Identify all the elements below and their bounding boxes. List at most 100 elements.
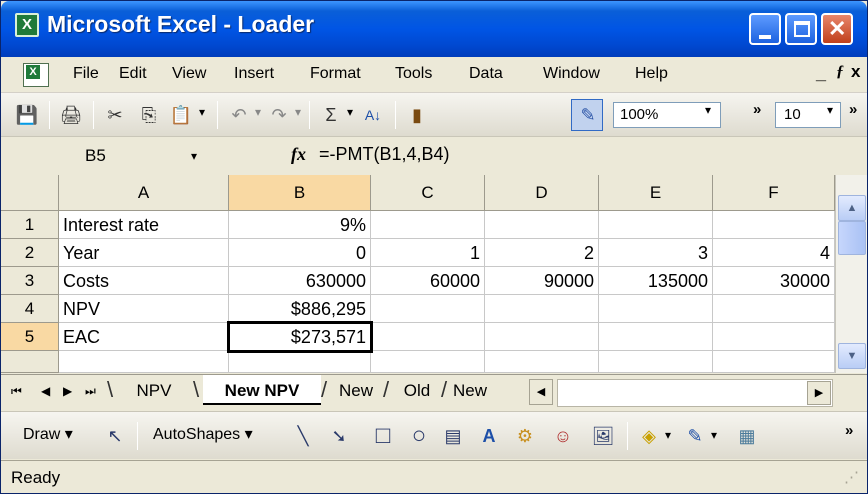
chart-wizard-icon[interactable]: ▮ <box>405 103 429 127</box>
column-header-f[interactable]: F <box>713 175 835 211</box>
close-button[interactable]: ✕ <box>821 13 853 45</box>
cell-b4[interactable]: $886,295 <box>229 295 371 323</box>
scroll-up-button[interactable]: ▲ <box>838 195 866 221</box>
fill-color-dropdown-icon[interactable]: ▾ <box>665 428 671 442</box>
cell-c4[interactable] <box>371 295 485 323</box>
menu-help[interactable]: Help <box>635 65 668 83</box>
wordart-icon[interactable]: A <box>477 424 501 448</box>
tab-npv[interactable]: NPV <box>117 375 191 405</box>
autoshapes-menu-button[interactable]: AutoShapes ▾ <box>153 424 253 444</box>
cell-d3[interactable]: 90000 <box>485 267 599 295</box>
cell-a2[interactable]: Year <box>59 239 229 267</box>
undo-icon[interactable]: ↶ <box>227 103 251 127</box>
menu-edit[interactable]: Edit <box>119 65 147 83</box>
draw-menu-button[interactable]: Draw ▾ <box>23 424 73 444</box>
cell-d6[interactable] <box>485 351 599 373</box>
sort-ascending-icon[interactable]: A↓ <box>361 103 385 127</box>
cell-d5[interactable] <box>485 323 599 351</box>
vertical-scroll-thumb[interactable] <box>838 221 866 255</box>
autosum-dropdown-icon[interactable]: ▾ <box>347 105 353 119</box>
menu-insert[interactable]: Insert <box>234 65 274 83</box>
resize-grip-icon[interactable]: ⋰ <box>835 467 859 489</box>
next-sheet-icon[interactable]: ▶ <box>63 384 72 398</box>
line-icon[interactable]: ╲ <box>291 424 315 448</box>
workbook-close-button[interactable]: x <box>851 62 860 82</box>
cell-e3[interactable]: 135000 <box>599 267 713 295</box>
tab-scroll-left-icon[interactable]: ◀ <box>529 379 553 405</box>
zoom-dropdown-icon[interactable]: ▾ <box>705 103 711 117</box>
workbook-icon[interactable] <box>23 63 49 87</box>
cell-b1[interactable]: 9% <box>229 211 371 239</box>
3d-style-icon[interactable]: ▦ <box>735 424 759 448</box>
paste-icon[interactable]: 📋 <box>169 103 193 127</box>
insert-function-icon[interactable]: fx <box>291 144 306 165</box>
cell-f3[interactable]: 30000 <box>713 267 835 295</box>
cell-f1[interactable] <box>713 211 835 239</box>
redo-dropdown-icon[interactable]: ▾ <box>295 105 301 119</box>
autosum-icon[interactable]: Σ <box>319 103 343 127</box>
select-objects-icon[interactable]: ↖ <box>103 424 127 448</box>
cell-c1[interactable] <box>371 211 485 239</box>
cell-e4[interactable] <box>599 295 713 323</box>
save-icon[interactable]: 💾 <box>15 103 39 127</box>
line-color-icon[interactable]: ✎ <box>683 424 707 448</box>
maximize-button[interactable] <box>785 13 817 45</box>
menu-format[interactable]: Format <box>310 65 361 83</box>
vertical-scrollbar[interactable]: ▲ ▼ <box>835 175 867 373</box>
row-header-2[interactable]: 2 <box>1 239 59 267</box>
row-header-1[interactable]: 1 <box>1 211 59 239</box>
cell-e1[interactable] <box>599 211 713 239</box>
fill-color-icon[interactable]: ◈ <box>637 424 661 448</box>
scroll-right-icon[interactable]: ▶ <box>807 381 831 405</box>
cell-b2[interactable]: 0 <box>229 239 371 267</box>
column-header-e[interactable]: E <box>599 175 713 211</box>
minimize-button[interactable] <box>749 13 781 45</box>
formatting-overflow-icon[interactable]: » <box>849 101 857 118</box>
row-header-6[interactable] <box>1 351 59 373</box>
cell-b3[interactable]: 630000 <box>229 267 371 295</box>
print-icon[interactable]: 🖨 <box>59 103 83 127</box>
tab-new-2[interactable]: New <box>453 375 505 405</box>
column-header-a[interactable]: A <box>59 175 229 211</box>
workbook-minimize-button[interactable]: _ <box>816 63 826 84</box>
cell-c6[interactable] <box>371 351 485 373</box>
redo-icon[interactable]: ↷ <box>267 103 291 127</box>
row-header-4[interactable]: 4 <box>1 295 59 323</box>
previous-sheet-icon[interactable]: ◀ <box>41 384 50 398</box>
tab-old[interactable]: Old <box>395 375 439 405</box>
row-header-3[interactable]: 3 <box>1 267 59 295</box>
undo-dropdown-icon[interactable]: ▾ <box>255 105 261 119</box>
workbook-restore-button[interactable]: ƒ <box>836 63 844 81</box>
rectangle-icon[interactable]: □ <box>371 424 395 448</box>
column-header-d[interactable]: D <box>485 175 599 211</box>
cell-e6[interactable] <box>599 351 713 373</box>
cell-a6[interactable] <box>59 351 229 373</box>
column-header-b[interactable]: B <box>229 175 371 211</box>
menu-tools[interactable]: Tools <box>395 65 432 83</box>
drawing-overflow-icon[interactable]: » <box>845 422 853 439</box>
name-box-dropdown-icon[interactable]: ▾ <box>191 149 197 163</box>
row-header-5[interactable]: 5 <box>1 323 59 351</box>
cell-f5[interactable] <box>713 323 835 351</box>
arrow-icon[interactable]: ➘ <box>327 424 351 448</box>
text-box-icon[interactable]: ▤ <box>441 424 465 448</box>
menu-data[interactable]: Data <box>469 65 503 83</box>
cell-f6[interactable] <box>713 351 835 373</box>
cell-e5[interactable] <box>599 323 713 351</box>
column-header-c[interactable]: C <box>371 175 485 211</box>
tab-new-npv[interactable]: New NPV <box>203 375 321 405</box>
cell-c2[interactable]: 1 <box>371 239 485 267</box>
cell-d4[interactable] <box>485 295 599 323</box>
cell-f2[interactable]: 4 <box>713 239 835 267</box>
cell-b6[interactable] <box>229 351 371 373</box>
cell-a1[interactable]: Interest rate <box>59 211 229 239</box>
menu-file[interactable]: File <box>73 65 99 83</box>
copy-icon[interactable]: ⎘ <box>137 103 161 127</box>
cell-a5[interactable]: EAC <box>59 323 229 351</box>
menu-view[interactable]: View <box>172 65 206 83</box>
cell-c3[interactable]: 60000 <box>371 267 485 295</box>
cell-d2[interactable]: 2 <box>485 239 599 267</box>
cell-f4[interactable] <box>713 295 835 323</box>
last-sheet-icon[interactable]: ⏭ <box>85 384 96 399</box>
diagram-icon[interactable]: ⚙ <box>513 424 537 448</box>
